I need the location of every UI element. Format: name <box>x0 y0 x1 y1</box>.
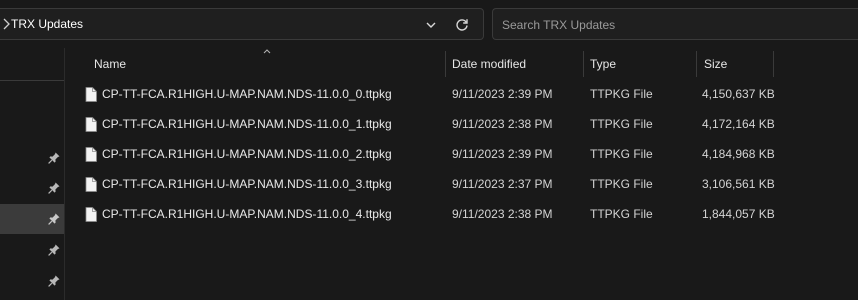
column-header-date-label: Date modified <box>452 57 527 71</box>
file-row[interactable]: CP-TT-FCA.R1HIGH.U-MAP.NAM.NDS-11.0.0_0.… <box>80 79 780 109</box>
column-header-type-label: Type <box>590 57 617 71</box>
file-size: 4,172,164 KB <box>702 117 775 131</box>
file-row[interactable]: CP-TT-FCA.R1HIGH.U-MAP.NAM.NDS-11.0.0_1.… <box>80 109 780 139</box>
pin-icon[interactable] <box>47 212 61 226</box>
file-icon <box>85 117 97 132</box>
file-type: TTPKG File <box>590 117 653 131</box>
file-icon <box>85 207 97 222</box>
column-header-name[interactable]: Name <box>94 51 444 77</box>
column-separator[interactable] <box>696 51 697 77</box>
quick-access-item[interactable] <box>0 143 64 173</box>
pin-icon[interactable] <box>47 181 61 195</box>
file-type: TTPKG File <box>590 147 653 161</box>
column-header-type[interactable]: Type <box>590 51 694 77</box>
refresh-icon[interactable] <box>453 16 471 34</box>
file-date-modified: 9/11/2023 2:39 PM <box>452 147 553 161</box>
address-bar[interactable]: TRX Updates <box>0 8 484 40</box>
file-date-modified: 9/11/2023 2:38 PM <box>452 207 553 221</box>
pin-icon[interactable] <box>47 274 61 288</box>
file-size: 3,106,561 KB <box>702 177 775 191</box>
file-size: 1,844,057 KB <box>702 207 775 221</box>
quick-access-item[interactable] <box>0 266 64 296</box>
file-row[interactable]: CP-TT-FCA.R1HIGH.U-MAP.NAM.NDS-11.0.0_3.… <box>80 169 780 199</box>
quick-access-item[interactable] <box>0 235 64 265</box>
file-type: TTPKG File <box>590 177 653 191</box>
file-icon <box>85 177 97 192</box>
column-header-name-label: Name <box>94 57 127 71</box>
file-explorer-window: TRX Updates Search TRX Updates Name Date… <box>0 0 858 300</box>
column-header-date[interactable]: Date modified <box>452 51 580 77</box>
pane-divider[interactable] <box>64 48 65 300</box>
file-name: CP-TT-FCA.R1HIGH.U-MAP.NAM.NDS-11.0.0_2.… <box>102 147 392 161</box>
chevron-right-icon[interactable] <box>3 17 11 31</box>
column-separator[interactable] <box>445 51 446 77</box>
breadcrumb-folder[interactable]: TRX Updates <box>11 17 83 31</box>
column-header-size-label: Size <box>704 57 728 71</box>
file-date-modified: 9/11/2023 2:38 PM <box>452 117 553 131</box>
file-type: TTPKG File <box>590 207 653 221</box>
column-separator[interactable] <box>583 51 584 77</box>
pin-icon[interactable] <box>47 151 61 165</box>
file-size: 4,184,968 KB <box>702 147 775 161</box>
file-date-modified: 9/11/2023 2:39 PM <box>452 87 553 101</box>
file-row[interactable]: CP-TT-FCA.R1HIGH.U-MAP.NAM.NDS-11.0.0_4.… <box>80 199 780 229</box>
pin-icon[interactable] <box>47 243 61 257</box>
nav-separator <box>0 80 64 81</box>
column-separator[interactable] <box>773 51 774 77</box>
column-header-size[interactable]: Size <box>704 51 772 77</box>
file-name: CP-TT-FCA.R1HIGH.U-MAP.NAM.NDS-11.0.0_1.… <box>102 117 392 131</box>
file-date-modified: 9/11/2023 2:37 PM <box>452 177 553 191</box>
chevron-down-icon[interactable] <box>422 16 440 34</box>
file-size: 4,150,637 KB <box>702 87 775 101</box>
file-row[interactable]: CP-TT-FCA.R1HIGH.U-MAP.NAM.NDS-11.0.0_2.… <box>80 139 780 169</box>
quick-access-item-selected[interactable] <box>0 204 64 234</box>
file-type: TTPKG File <box>590 87 653 101</box>
file-icon <box>85 87 97 102</box>
quick-access-item[interactable] <box>0 173 64 203</box>
file-name: CP-TT-FCA.R1HIGH.U-MAP.NAM.NDS-11.0.0_3.… <box>102 177 392 191</box>
file-name: CP-TT-FCA.R1HIGH.U-MAP.NAM.NDS-11.0.0_4.… <box>102 207 392 221</box>
search-input[interactable] <box>500 9 844 41</box>
file-name: CP-TT-FCA.R1HIGH.U-MAP.NAM.NDS-11.0.0_0.… <box>102 87 392 101</box>
file-icon <box>85 147 97 162</box>
search-box[interactable] <box>492 8 858 41</box>
